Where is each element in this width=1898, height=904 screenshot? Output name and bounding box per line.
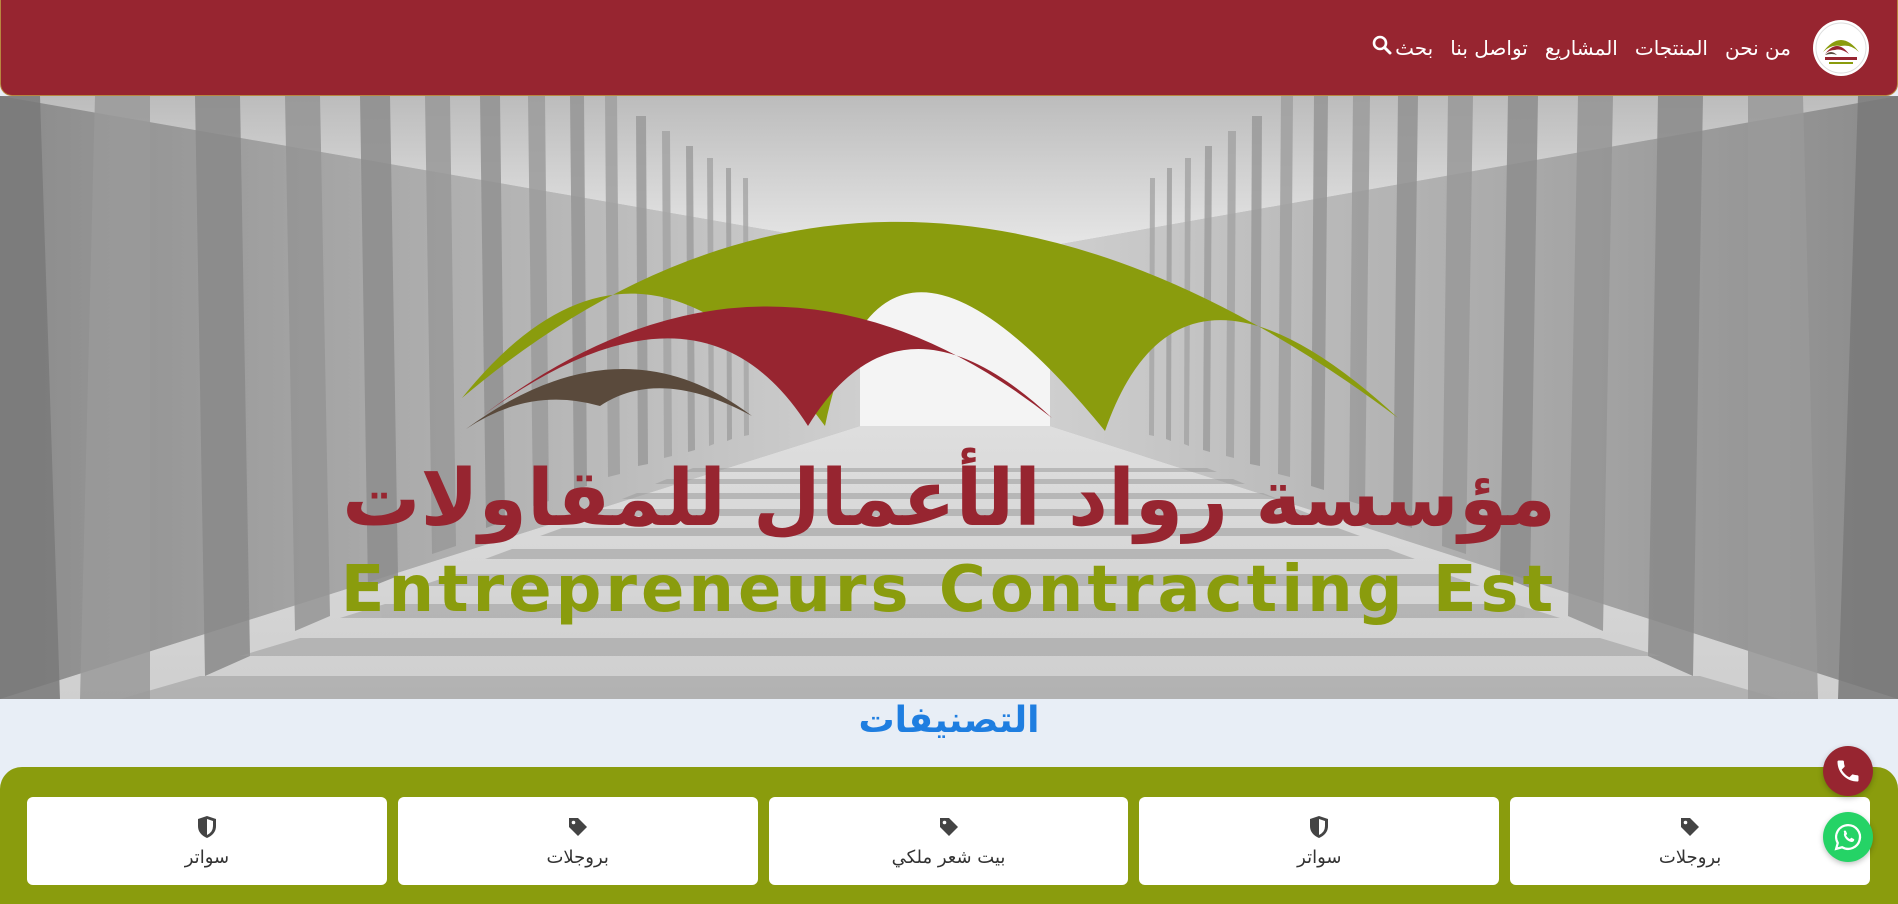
hero-title-english: Entrepreneurs Contracting Est bbox=[340, 553, 1558, 627]
category-label: سواتر bbox=[184, 846, 230, 868]
category-label: بروجلات bbox=[1658, 846, 1722, 868]
nav-link-products[interactable]: المنتجات bbox=[1635, 36, 1708, 60]
search-button[interactable]: بحث bbox=[1372, 35, 1433, 60]
category-card-pergolas[interactable]: بروجلات bbox=[1510, 797, 1870, 885]
search-label: بحث bbox=[1395, 35, 1434, 60]
page: من نحن المنتجات المشاريع تواصل بنا بحث م… bbox=[0, 0, 1898, 904]
nav-link-contact[interactable]: تواصل بنا bbox=[1450, 36, 1528, 60]
tag-icon bbox=[937, 815, 961, 839]
whatsapp-button[interactable] bbox=[1823, 812, 1873, 862]
category-label: بروجلات bbox=[546, 846, 609, 868]
hero-title-arabic: مؤسسة رواد الأعمال للمقاولات bbox=[342, 454, 1556, 544]
category-label: سواتر bbox=[1297, 846, 1342, 868]
category-label: بيت شعر ملكي bbox=[891, 846, 1006, 868]
category-card-screens-2[interactable]: سواتر bbox=[27, 797, 387, 885]
nav-link-projects[interactable]: المشاريع bbox=[1545, 36, 1618, 60]
tag-icon bbox=[1678, 815, 1702, 839]
categories-title: التصنيفات bbox=[858, 700, 1040, 741]
shield-icon bbox=[1307, 815, 1331, 839]
categories-list: بروجلات سواتر بيت شعر ملكي بروجلات سواتر bbox=[27, 797, 1870, 885]
shield-icon bbox=[195, 815, 219, 839]
category-card-pergolas-2[interactable]: بروجلات bbox=[397, 797, 758, 885]
site-logo[interactable] bbox=[1813, 19, 1869, 76]
tag-icon bbox=[566, 815, 590, 839]
phone-icon bbox=[1837, 760, 1859, 782]
nav-links: من نحن المنتجات المشاريع تواصل بنا بحث bbox=[1372, 35, 1791, 60]
navbar: من نحن المنتجات المشاريع تواصل بنا بحث bbox=[0, 0, 1898, 96]
category-card-screens[interactable]: سواتر bbox=[1139, 797, 1500, 885]
whatsapp-icon bbox=[1834, 823, 1862, 851]
category-card-royal-tent[interactable]: بيت شعر ملكي bbox=[768, 797, 1129, 885]
hero-banner: مؤسسة رواد الأعمال للمقاولات Entrepreneu… bbox=[0, 96, 1898, 699]
search-icon bbox=[1372, 35, 1392, 60]
nav-link-about[interactable]: من نحن bbox=[1725, 36, 1791, 60]
call-button[interactable] bbox=[1823, 746, 1873, 796]
